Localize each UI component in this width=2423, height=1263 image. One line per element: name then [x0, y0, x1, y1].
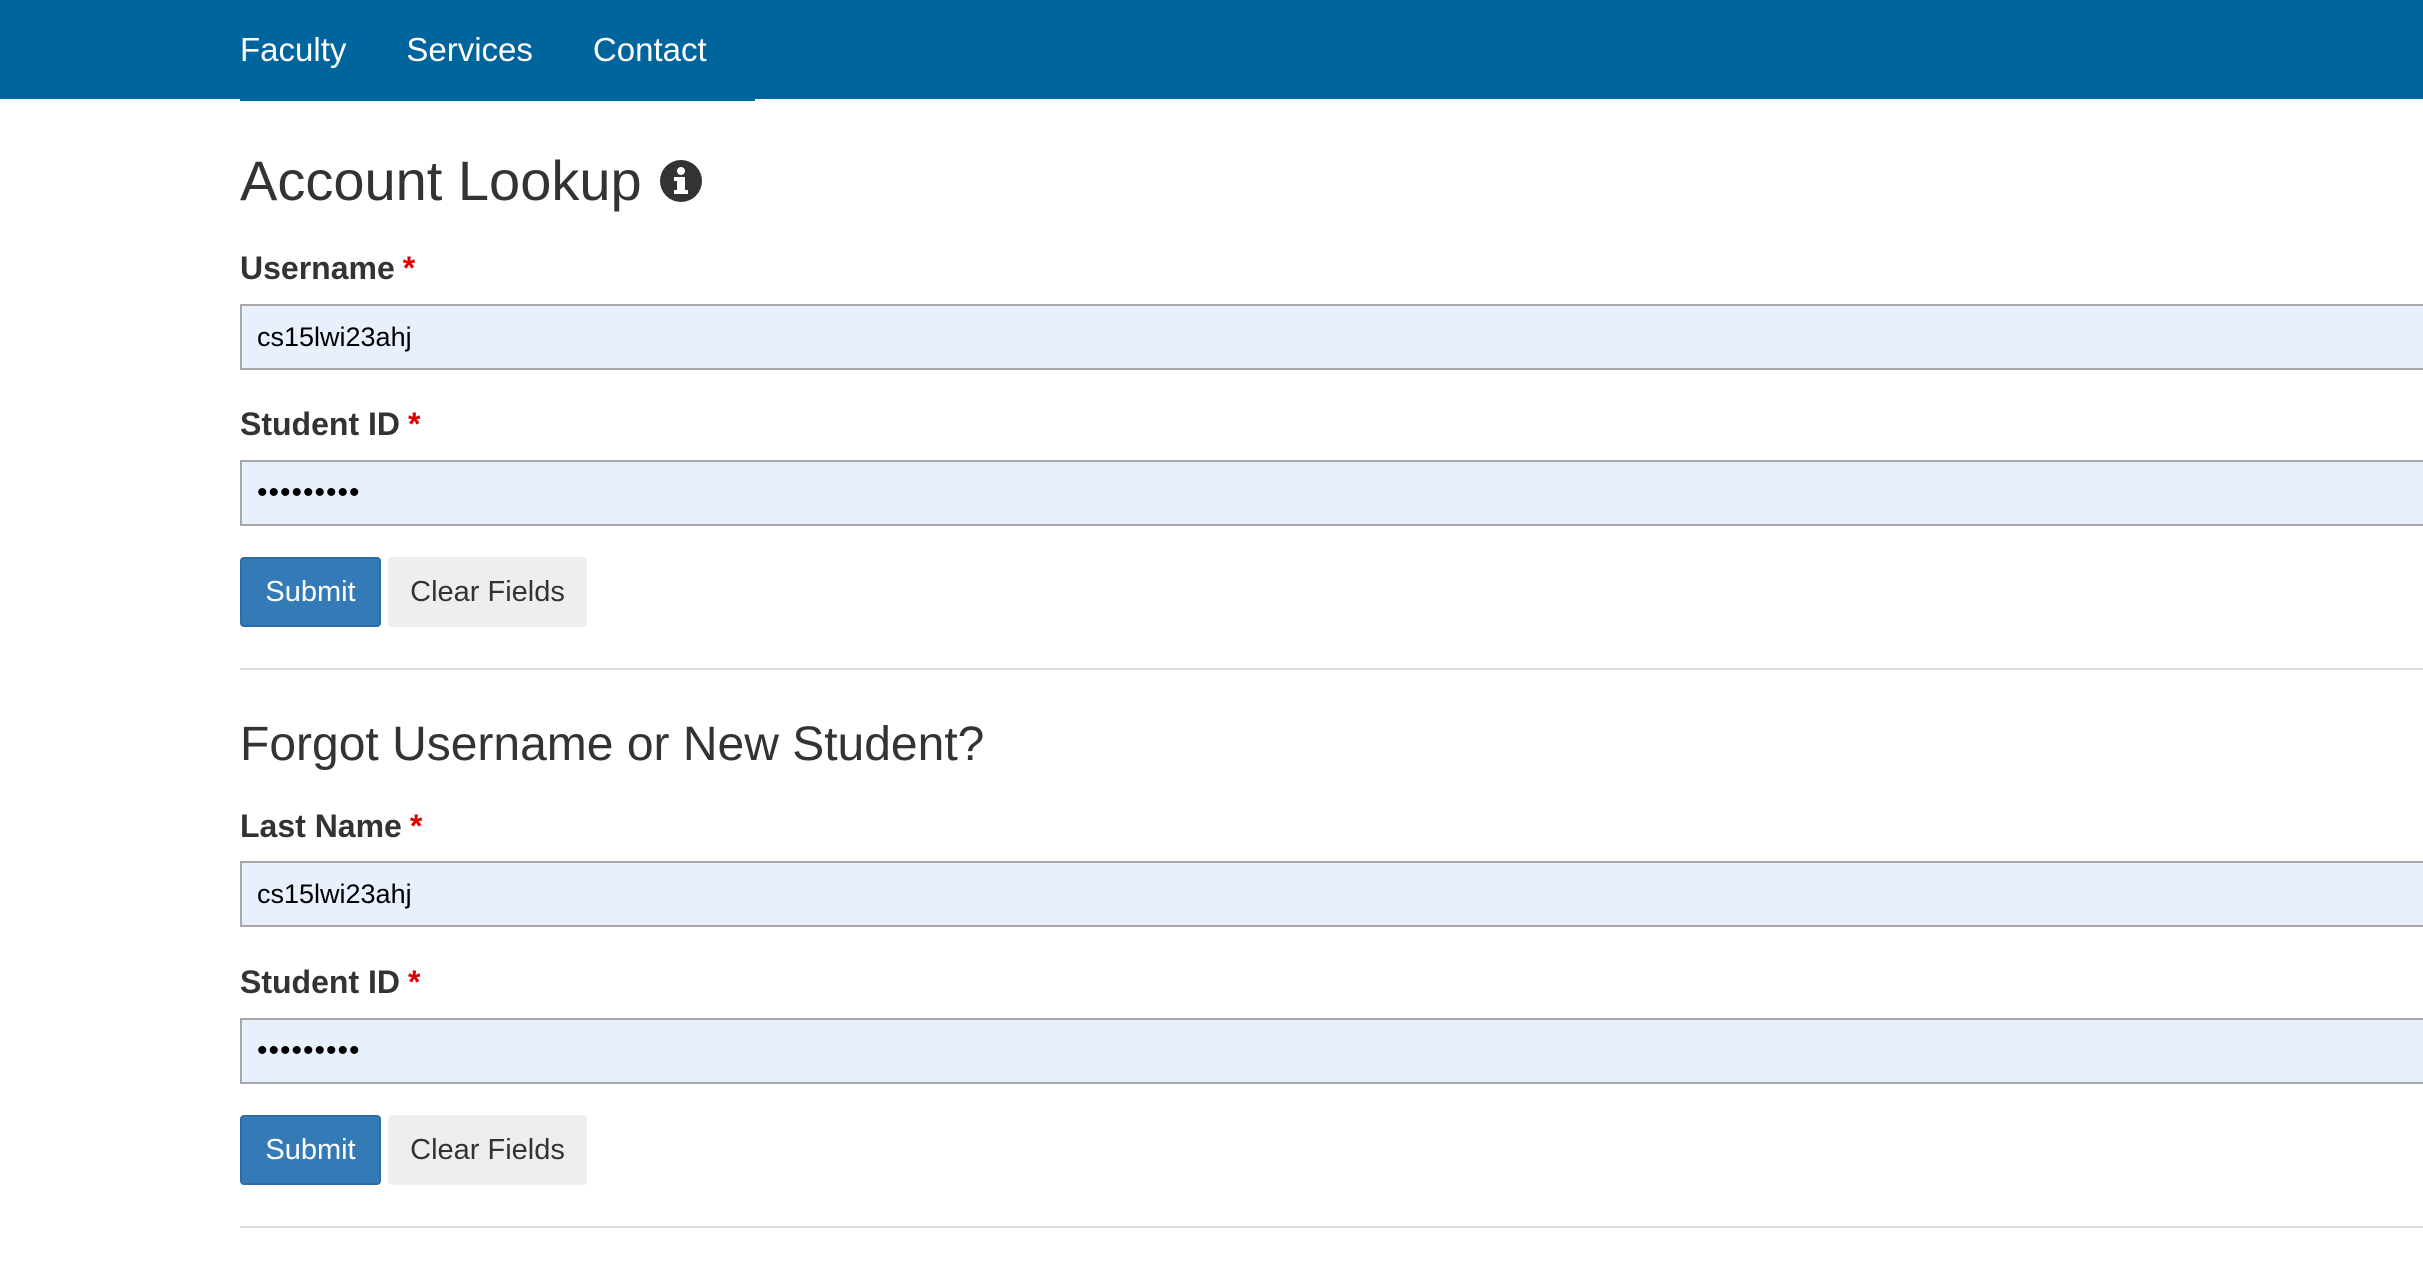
top-navbar: Faculty Services Contact — [0, 0, 2423, 99]
username-label: Username * — [240, 250, 416, 286]
forgot-username-title: Forgot Username or New Student? — [240, 717, 984, 772]
required-marker: * — [409, 808, 423, 844]
section-divider — [240, 668, 2423, 670]
forgot-student-id-input[interactable] — [240, 1018, 2423, 1084]
account-lookup-title: Account Lookup — [240, 148, 703, 213]
required-marker: * — [407, 406, 421, 442]
required-marker: * — [407, 964, 421, 1000]
nav-underline — [240, 99, 755, 101]
username-input[interactable] — [240, 304, 2423, 370]
student-id-input[interactable] — [240, 460, 2423, 526]
nav-item-services[interactable]: Services — [406, 31, 533, 69]
nav-item-contact[interactable]: Contact — [593, 31, 707, 69]
info-circle-icon[interactable] — [659, 159, 703, 203]
last-name-input[interactable] — [240, 861, 2423, 927]
submit-button[interactable]: Submit — [240, 557, 381, 627]
account-lookup-title-text: Account Lookup — [240, 149, 642, 212]
main-nav: Faculty Services Contact — [240, 0, 767, 99]
required-marker: * — [402, 250, 416, 286]
forgot-clear-fields-button[interactable]: Clear Fields — [388, 1115, 587, 1185]
nav-item-faculty[interactable]: Faculty — [240, 31, 346, 69]
section-divider-bottom — [240, 1226, 2423, 1228]
last-name-label: Last Name * — [240, 808, 423, 844]
forgot-submit-button[interactable]: Submit — [240, 1115, 381, 1185]
student-id-label: Student ID * — [240, 406, 421, 442]
forgot-username-title-text: Forgot Username or New Student? — [240, 718, 985, 771]
clear-fields-button[interactable]: Clear Fields — [388, 557, 587, 627]
forgot-student-id-label: Student ID * — [240, 964, 421, 1000]
